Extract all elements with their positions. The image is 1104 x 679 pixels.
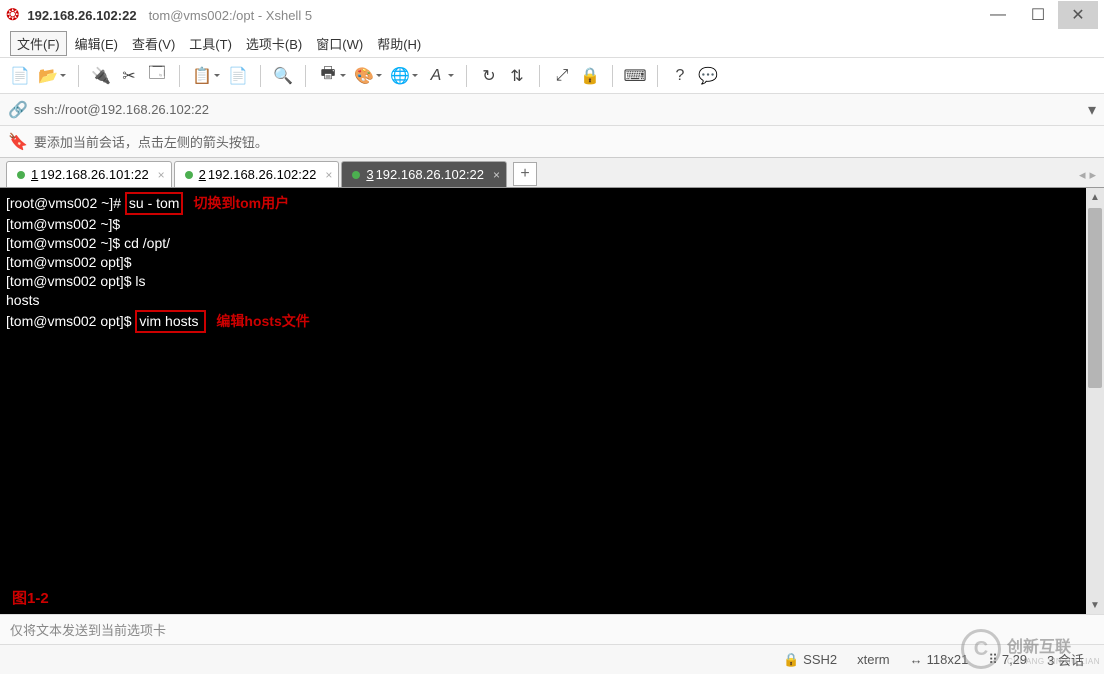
separator [78,65,79,87]
tab-number: 1 [31,167,38,182]
terminal-line: [tom@vms002 opt]$ [6,253,1098,272]
tab-number: 3 [366,167,373,182]
address-dropdown-icon[interactable]: ▾ [1088,100,1096,120]
tab-3[interactable]: 3 192.168.26.102:22 × [341,161,507,187]
lock-icon: 🔒 [783,652,799,668]
menu-tools[interactable]: 工具(T) [183,31,238,56]
command-highlight: su - tom [125,192,184,215]
menu-edit[interactable]: 编辑(E) [69,31,124,56]
link-icon: 🔗 [8,100,28,120]
lock-icon[interactable]: 🔒 [578,64,602,88]
maximize-button[interactable]: ☐ [1018,1,1058,29]
window-title-sub: tom@vms002:/opt - Xshell 5 [149,8,312,23]
tab-label: 192.168.26.101:22 [40,167,148,182]
address-text: ssh://root@192.168.26.102:22 [34,102,209,117]
web-icon[interactable]: 🌐 [388,64,412,88]
properties-icon[interactable]: 🗔 [145,64,169,88]
terminal-scrollbar[interactable]: ▲ ▼ [1086,188,1104,614]
bookmark-icon[interactable]: 🔖 [8,132,28,152]
tab-close-icon[interactable]: × [493,168,500,182]
tab-close-icon[interactable]: × [158,168,165,182]
separator [539,65,540,87]
close-button[interactable]: ✕ [1058,1,1098,29]
copy-icon[interactable]: 📋 [190,64,214,88]
fullscreen-icon[interactable]: ⤢ [550,64,574,88]
command-highlight: vim hosts [135,310,206,333]
prompt: [tom@vms002 opt]$ [6,313,135,329]
separator [657,65,658,87]
address-bar[interactable]: 🔗 ssh://root@192.168.26.102:22 ▾ [0,94,1104,126]
scroll-thumb[interactable] [1088,208,1102,388]
status-dot-icon [17,171,25,179]
tab-label: 192.168.26.102:22 [376,167,484,182]
transfer-icon[interactable]: ⇅ [505,64,529,88]
status-terminal-type: xterm [857,652,890,667]
tab-nav: ◂ ▸ [1079,167,1096,183]
terminal-line: [tom@vms002 ~]$ [6,215,1098,234]
toolbar: 📄 📂 🔌 ✂ 🗔 📋 📄 🔍 🖶 🎨 🌐 A ↻ ⇅ ⤢ 🔒 ⌨ ? 💬 [0,58,1104,94]
scroll-up-icon[interactable]: ▲ [1086,188,1104,206]
status-protocol: 🔒SSH2 [783,652,837,668]
status-dot-icon [352,171,360,179]
watermark: C 创新互联 CHUANG XIN HU LIAN [961,629,1100,669]
separator [305,65,306,87]
tab-label: 192.168.26.102:22 [208,167,316,182]
menu-tab[interactable]: 选项卡(B) [240,31,308,56]
help-icon[interactable]: ? [668,64,692,88]
terminal[interactable]: [root@vms002 ~]# su - tom 切换到tom用户 [tom@v… [0,188,1104,614]
menu-window[interactable]: 窗口(W) [310,31,369,56]
chat-icon[interactable]: 💬 [696,64,720,88]
title-bar: ❂ 192.168.26.102:22 tom@vms002:/opt - Xs… [0,0,1104,30]
figure-label: 图1-2 [12,587,49,608]
new-session-icon[interactable]: 📄 [8,64,32,88]
watermark-logo-icon: C [961,629,1001,669]
disconnect-icon[interactable]: ✂ [117,64,141,88]
color-scheme-icon[interactable]: 🎨 [352,64,376,88]
menu-help[interactable]: 帮助(H) [371,31,427,56]
tab-number: 2 [199,167,206,182]
status-size: ↔118x21 [910,652,969,667]
tab-1[interactable]: 1 192.168.26.101:22 × [6,161,172,187]
open-icon[interactable]: 📂 [36,64,60,88]
refresh-icon[interactable]: ↻ [477,64,501,88]
separator [612,65,613,87]
tab-2[interactable]: 2 192.168.26.102:22 × [174,161,340,187]
watermark-text-en: CHUANG XIN HU LIAN [1007,657,1100,666]
menu-view[interactable]: 查看(V) [126,31,181,56]
search-icon[interactable]: 🔍 [271,64,295,88]
font-icon[interactable]: A [424,64,448,88]
prompt: [root@vms002 ~]# [6,195,125,211]
hint-text: 要添加当前会话，点击左侧的箭头按钮。 [34,132,268,151]
size-icon: ↔ [910,652,923,667]
menu-file[interactable]: 文件(F) [10,31,67,56]
tab-next-icon[interactable]: ▸ [1089,167,1096,183]
window-title-main: 192.168.26.102:22 [27,8,136,23]
print-icon[interactable]: 🖶 [316,64,340,88]
terminal-line: [tom@vms002 opt]$ ls [6,272,1098,291]
tabs-bar: 1 192.168.26.101:22 × 2 192.168.26.102:2… [0,158,1104,188]
tab-close-icon[interactable]: × [325,168,332,182]
annotation: 编辑hosts文件 [216,313,309,329]
send-bar-text: 仅将文本发送到当前选项卡 [10,620,166,639]
watermark-text-cn: 创新互联 [1007,633,1100,657]
tab-prev-icon[interactable]: ◂ [1079,167,1086,183]
status-bar: 🔒SSH2 xterm ↔118x21 ⠿7,29 3 会话 [0,644,1104,674]
tab-add-button[interactable]: + [513,162,537,186]
terminal-line: [tom@vms002 ~]$ cd /opt/ [6,234,1098,253]
status-dot-icon [185,171,193,179]
send-bar[interactable]: 仅将文本发送到当前选项卡 [0,614,1104,644]
menu-bar: 文件(F) 编辑(E) 查看(V) 工具(T) 选项卡(B) 窗口(W) 帮助(… [0,30,1104,58]
reconnect-icon[interactable]: 🔌 [89,64,113,88]
hint-bar: 🔖 要添加当前会话，点击左侧的箭头按钮。 [0,126,1104,158]
minimize-button[interactable]: — [978,1,1018,29]
separator [179,65,180,87]
separator [466,65,467,87]
app-icon: ❂ [6,5,19,25]
scroll-down-icon[interactable]: ▼ [1086,596,1104,614]
separator [260,65,261,87]
terminal-line: hosts [6,291,1098,310]
keyboard-icon[interactable]: ⌨ [623,64,647,88]
annotation: 切换到tom用户 [193,195,289,211]
paste-icon[interactable]: 📄 [226,64,250,88]
